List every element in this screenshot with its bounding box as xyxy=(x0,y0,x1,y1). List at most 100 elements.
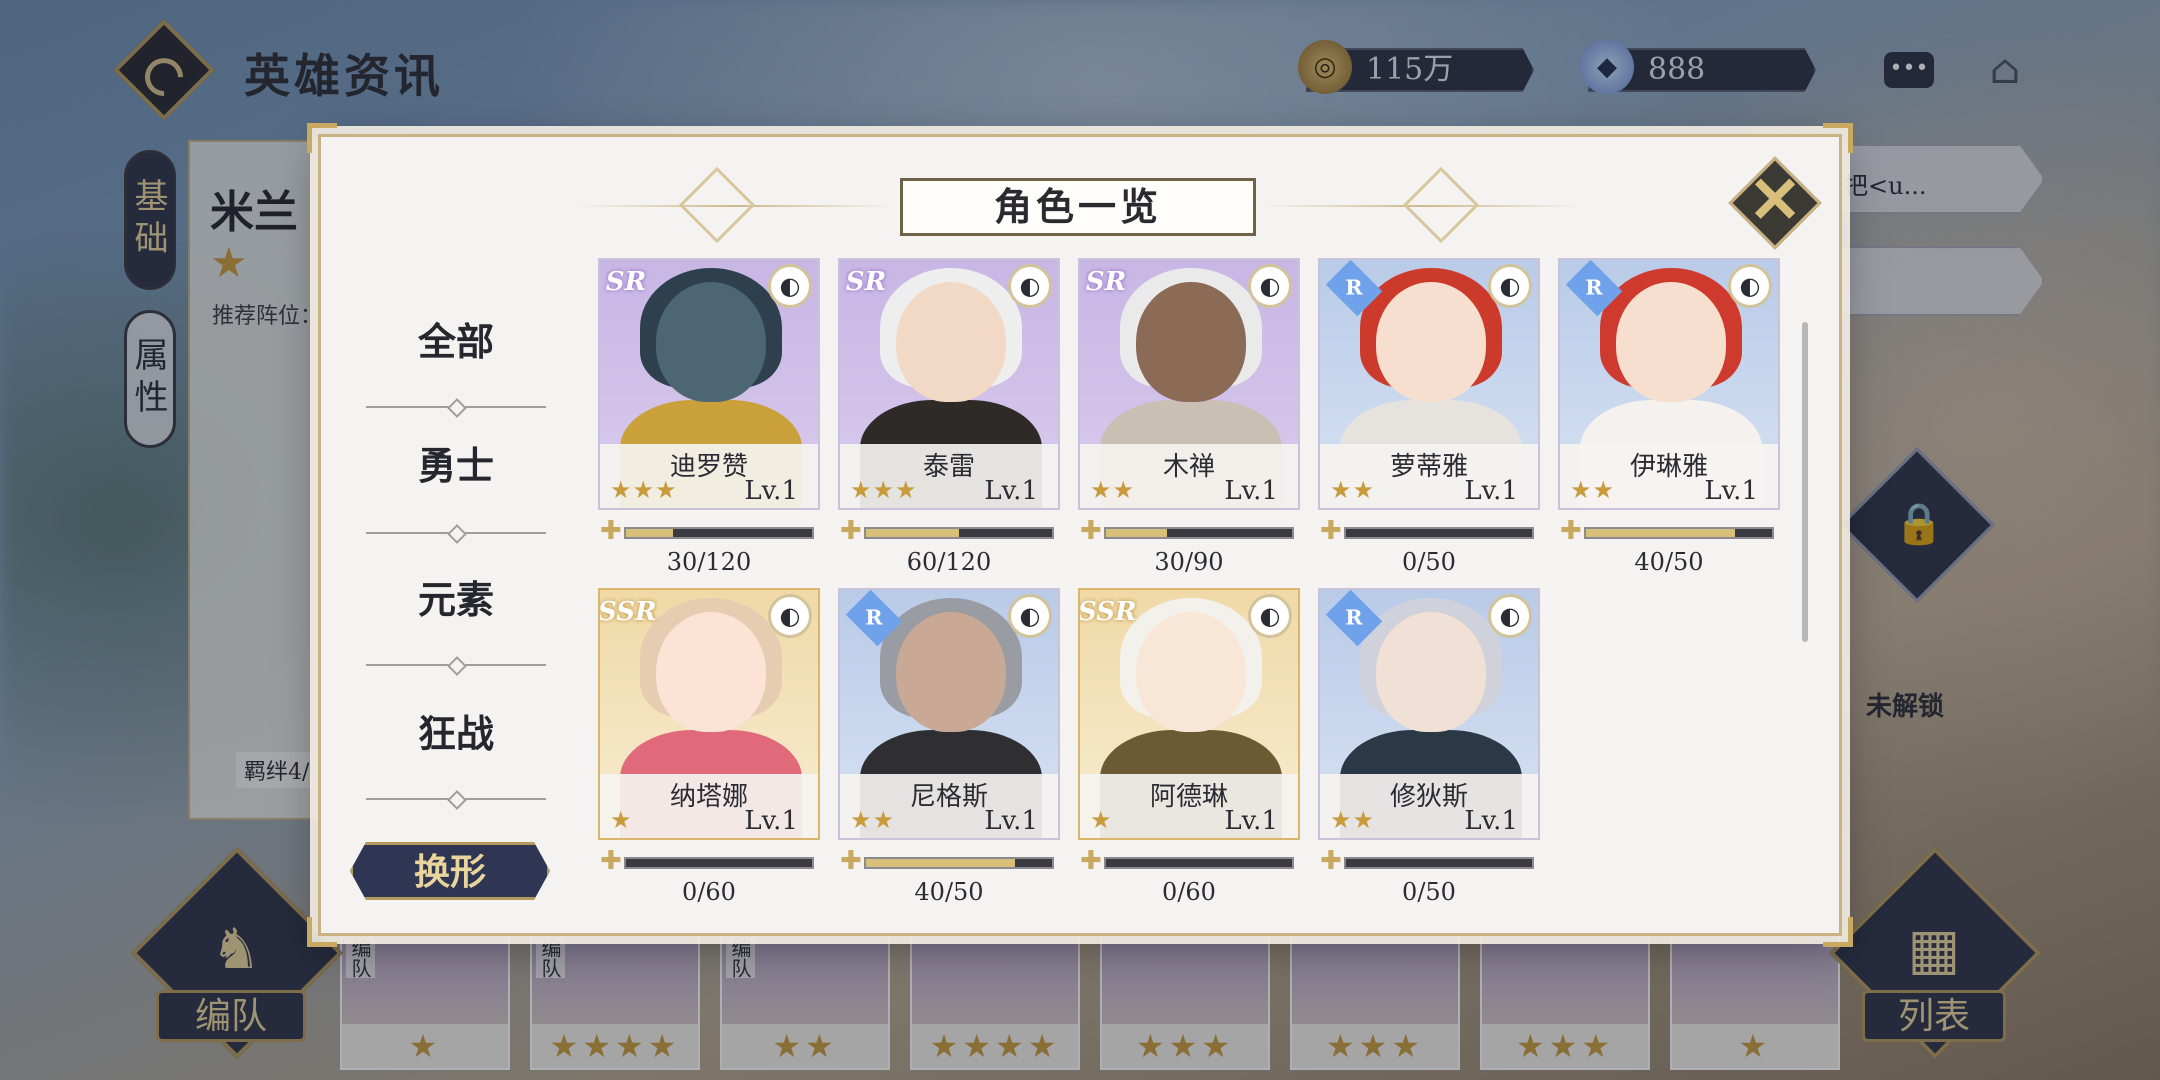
hero-art-face xyxy=(896,282,1006,402)
fragment-bar xyxy=(1344,857,1534,869)
mask-icon: ◐ xyxy=(1488,264,1532,308)
mask-icon: ◐ xyxy=(1728,264,1772,308)
mask-icon: ◐ xyxy=(1248,264,1292,308)
puzzle-piece-icon: ✚ xyxy=(1560,516,1582,546)
hero-info-band: 迪罗赞 ★★★ Lv.1 xyxy=(600,444,818,508)
hero-art-face xyxy=(656,282,766,402)
filter-warrior[interactable]: 勇士 xyxy=(366,436,546,496)
hero-card[interactable]: R ◐ 萝蒂雅 ★★ Lv.1 ✚ 0/50 xyxy=(1318,258,1540,576)
fragment-count: 0/60 xyxy=(682,878,736,906)
mask-icon: ◐ xyxy=(1248,594,1292,638)
hero-stars: ★ xyxy=(1090,806,1113,834)
hero-stars: ★★ xyxy=(1570,476,1616,504)
mask-icon: ◐ xyxy=(1488,594,1532,638)
mask-icon: ◐ xyxy=(768,264,812,308)
fragment-bar-fill xyxy=(866,859,1015,867)
hero-portrait[interactable]: SSR ◐ 阿德琳 ★ Lv.1 xyxy=(1078,588,1300,840)
hero-card[interactable]: R ◐ 修狄斯 ★★ Lv.1 ✚ 0/50 xyxy=(1318,588,1540,906)
fragment-progress: ✚ xyxy=(598,518,820,544)
fragment-progress: ✚ xyxy=(838,848,1060,874)
hero-art-face xyxy=(1376,282,1486,402)
hero-art-face xyxy=(656,612,766,732)
hero-art-face xyxy=(1136,282,1246,402)
hero-card[interactable]: R ◐ 伊琳雅 ★★ Lv.1 ✚ 40/50 xyxy=(1558,258,1780,576)
hero-card[interactable]: SSR ◐ 阿德琳 ★ Lv.1 ✚ 0/60 xyxy=(1078,588,1300,906)
hero-level: Lv.1 xyxy=(1224,476,1278,506)
fragment-bar-fill xyxy=(866,529,959,537)
fragment-bar xyxy=(1104,527,1294,539)
filter-element[interactable]: 元素 xyxy=(366,570,546,630)
hero-info-band: 木禅 ★★ Lv.1 xyxy=(1080,444,1298,508)
filter-berserker[interactable]: 狂战 xyxy=(366,704,546,764)
puzzle-piece-icon: ✚ xyxy=(840,846,862,876)
hero-level: Lv.1 xyxy=(1224,806,1278,836)
hero-card[interactable]: SR ◐ 迪罗赞 ★★★ Lv.1 ✚ 30/120 xyxy=(598,258,820,576)
hero-stars: ★★ xyxy=(1090,476,1136,504)
rarity-label: R xyxy=(1585,275,1603,300)
hero-portrait[interactable]: SSR ◐ 纳塔娜 ★ Lv.1 xyxy=(598,588,820,840)
fragment-bar xyxy=(1344,527,1534,539)
fragment-progress: ✚ xyxy=(1078,518,1300,544)
filter-divider xyxy=(366,532,546,534)
fragment-count: 0/50 xyxy=(1402,548,1456,576)
hero-stars: ★★★ xyxy=(610,476,678,504)
scrollbar-thumb[interactable] xyxy=(1802,322,1808,642)
close-icon[interactable]: ✕ xyxy=(1742,166,1808,236)
hero-info-band: 纳塔娜 ★ Lv.1 xyxy=(600,774,818,838)
hero-card[interactable]: SSR ◐ 纳塔娜 ★ Lv.1 ✚ 0/60 xyxy=(598,588,820,906)
fragment-bar xyxy=(1104,857,1294,869)
fragment-progress: ✚ xyxy=(1318,848,1540,874)
rarity-badge: SR xyxy=(840,260,894,304)
rarity-label: SSR xyxy=(598,597,657,627)
hero-portrait[interactable]: R ◐ 萝蒂雅 ★★ Lv.1 xyxy=(1318,258,1540,510)
rarity-badge: SSR xyxy=(1080,590,1137,634)
hero-level: Lv.1 xyxy=(984,806,1038,836)
hero-info-band: 萝蒂雅 ★★ Lv.1 xyxy=(1320,444,1538,508)
fragment-progress: ✚ xyxy=(598,848,820,874)
modal-title: 角色一览 xyxy=(900,178,1256,236)
rarity-badge: SR xyxy=(600,260,654,304)
hero-card[interactable]: R ◐ 尼格斯 ★★ Lv.1 ✚ 40/50 xyxy=(838,588,1060,906)
hero-portrait[interactable]: R ◐ 修狄斯 ★★ Lv.1 xyxy=(1318,588,1540,840)
puzzle-piece-icon: ✚ xyxy=(600,846,622,876)
puzzle-piece-icon: ✚ xyxy=(1320,516,1342,546)
mask-icon: ◐ xyxy=(1008,594,1052,638)
hero-card[interactable]: SR ◐ 泰雷 ★★★ Lv.1 ✚ 60/120 xyxy=(838,258,1060,576)
fragment-count: 0/60 xyxy=(1162,878,1216,906)
fragment-count: 30/120 xyxy=(666,548,752,576)
filter-divider xyxy=(366,664,546,666)
puzzle-piece-icon: ✚ xyxy=(1080,846,1102,876)
hero-card[interactable]: SR ◐ 木禅 ★★ Lv.1 ✚ 30/90 xyxy=(1078,258,1300,576)
fragment-bar xyxy=(624,527,814,539)
hero-portrait[interactable]: SR ◐ 泰雷 ★★★ Lv.1 xyxy=(838,258,1060,510)
puzzle-piece-icon: ✚ xyxy=(1080,516,1102,546)
hero-info-band: 伊琳雅 ★★ Lv.1 xyxy=(1560,444,1778,508)
filter-all[interactable]: 全部 xyxy=(366,312,546,372)
hero-portrait[interactable]: R ◐ 伊琳雅 ★★ Lv.1 xyxy=(1558,258,1780,510)
rarity-label: SR xyxy=(845,267,887,297)
corner-ornament xyxy=(1823,123,1853,153)
hero-info-band: 泰雷 ★★★ Lv.1 xyxy=(840,444,1058,508)
rarity-label: R xyxy=(1345,605,1363,630)
fragment-progress: ✚ xyxy=(1078,848,1300,874)
hero-level: Lv.1 xyxy=(1464,476,1518,506)
hero-level: Lv.1 xyxy=(744,806,798,836)
rarity-badge: SSR xyxy=(598,590,657,634)
hero-portrait[interactable]: SR ◐ 木禅 ★★ Lv.1 xyxy=(1078,258,1300,510)
rarity-label: SR xyxy=(1085,267,1127,297)
hero-info-band: 尼格斯 ★★ Lv.1 xyxy=(840,774,1058,838)
hero-art-face xyxy=(1136,612,1246,732)
transform-button[interactable]: 换形 xyxy=(350,842,550,900)
mask-icon: ◐ xyxy=(768,594,812,638)
filter-sidebar: 全部 勇士 元素 狂战 xyxy=(336,280,576,920)
hero-portrait[interactable]: SR ◐ 迪罗赞 ★★★ Lv.1 xyxy=(598,258,820,510)
hero-portrait[interactable]: R ◐ 尼格斯 ★★ Lv.1 xyxy=(838,588,1060,840)
hero-art-face xyxy=(896,612,1006,732)
fragment-progress: ✚ xyxy=(1318,518,1540,544)
hero-stars: ★★ xyxy=(850,806,896,834)
fragment-count: 60/120 xyxy=(906,548,992,576)
hero-stars: ★ xyxy=(610,806,633,834)
hero-stars: ★★★ xyxy=(850,476,918,504)
hero-art-face xyxy=(1376,612,1486,732)
filter-divider xyxy=(366,798,546,800)
